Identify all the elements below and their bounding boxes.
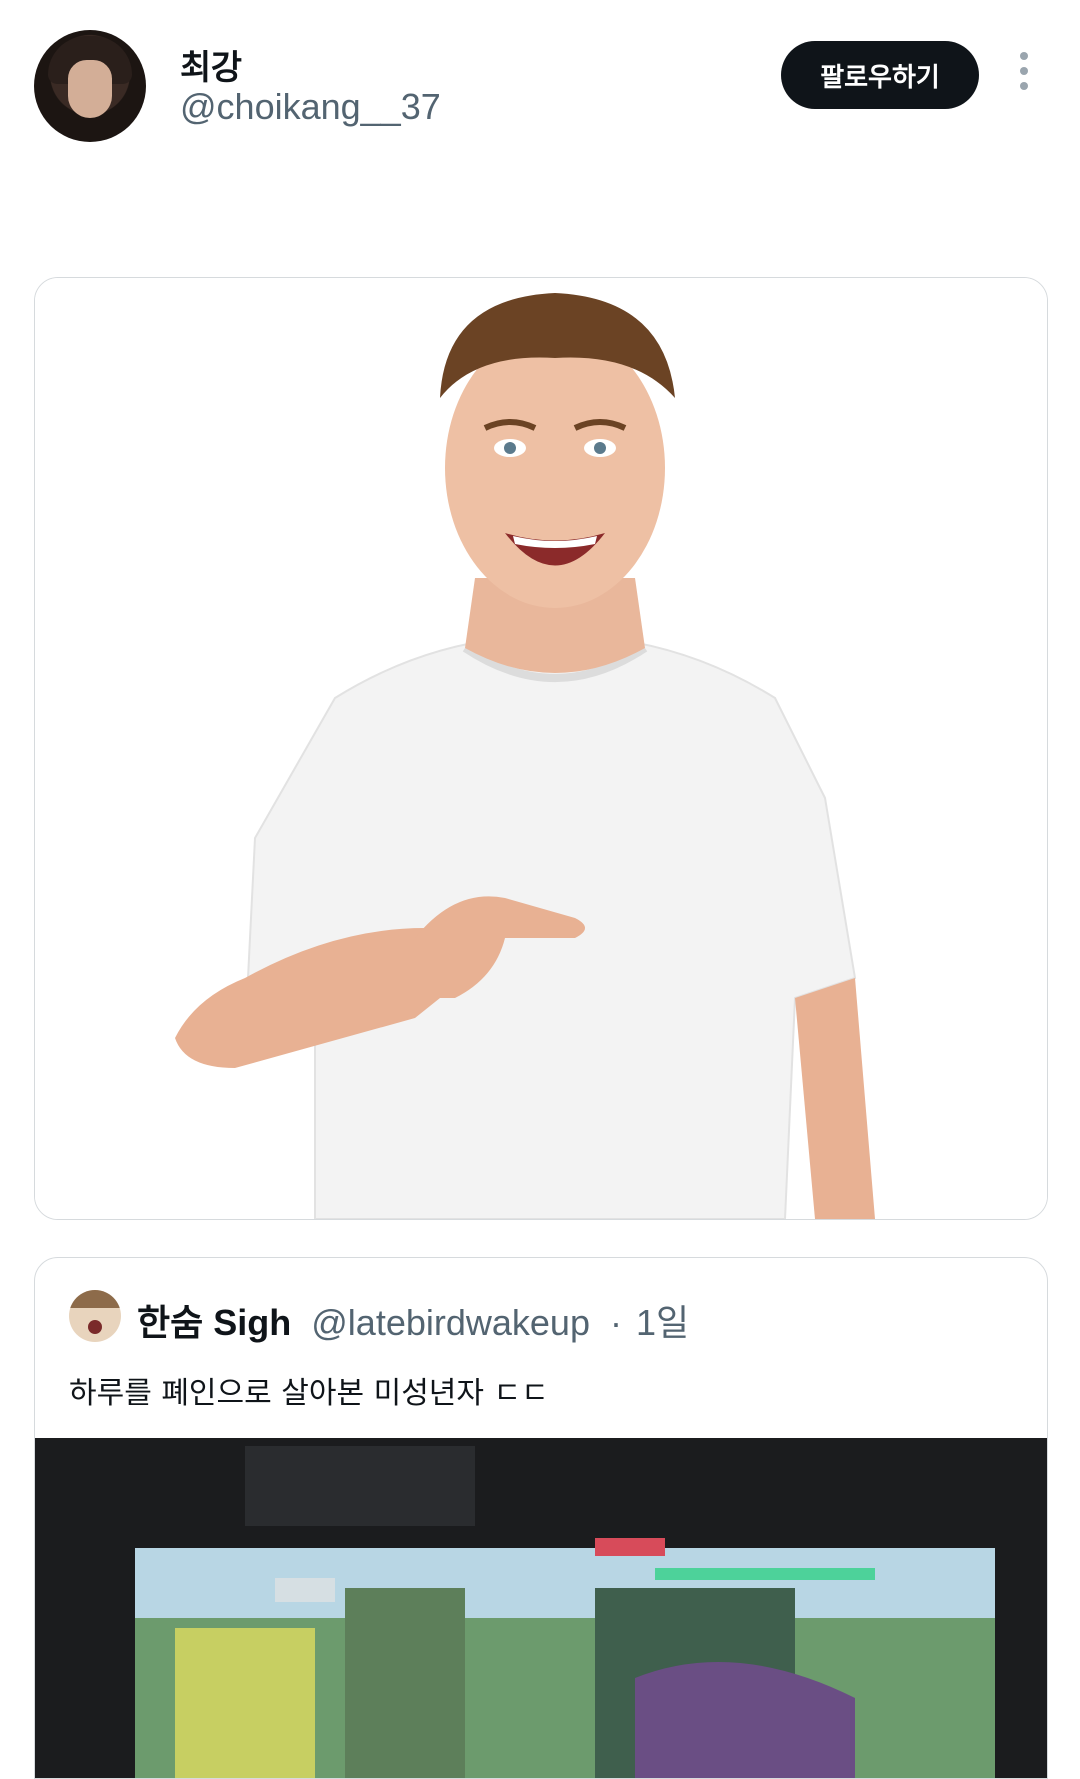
author-display-name[interactable]: 최강 (180, 40, 242, 89)
more-options-icon[interactable] (1012, 52, 1036, 100)
tweet-media-image[interactable] (34, 277, 1048, 1220)
tweet-header: 최강 @choikang__37 팔로우하기 (0, 0, 1080, 160)
quoted-author-handle[interactable]: @latebirdwakeup (311, 1302, 590, 1343)
quoted-separator: · (609, 1302, 622, 1343)
avatar-face (68, 60, 112, 118)
author-avatar[interactable] (34, 30, 146, 142)
quoted-tweet[interactable]: 한숨 Sigh @latebirdwakeup · 1일 하루를 폐인으로 살아… (34, 1257, 1048, 1779)
author-handle[interactable]: @choikang__37 (180, 86, 441, 128)
follow-button[interactable]: 팔로우하기 (781, 41, 979, 109)
quoted-author-avatar[interactable] (69, 1290, 121, 1342)
quoted-time[interactable]: 1일 (636, 1302, 689, 1343)
quoted-avatar-mouth (88, 1320, 102, 1334)
quoted-tweet-text: 하루를 폐인으로 살아본 미성년자 ㄷㄷ (69, 1376, 549, 1411)
quoted-avatar-hair (69, 1290, 121, 1308)
quoted-author-name[interactable]: 한숨 Sigh (137, 1302, 291, 1343)
quoted-tweet-media[interactable] (35, 1438, 1047, 1778)
video-game-screen-image (35, 1438, 1047, 1778)
quoted-tweet-header: 한숨 Sigh @latebirdwakeup · 1일 (137, 1294, 689, 1346)
smiling-man-pointing-image (35, 278, 1047, 1219)
